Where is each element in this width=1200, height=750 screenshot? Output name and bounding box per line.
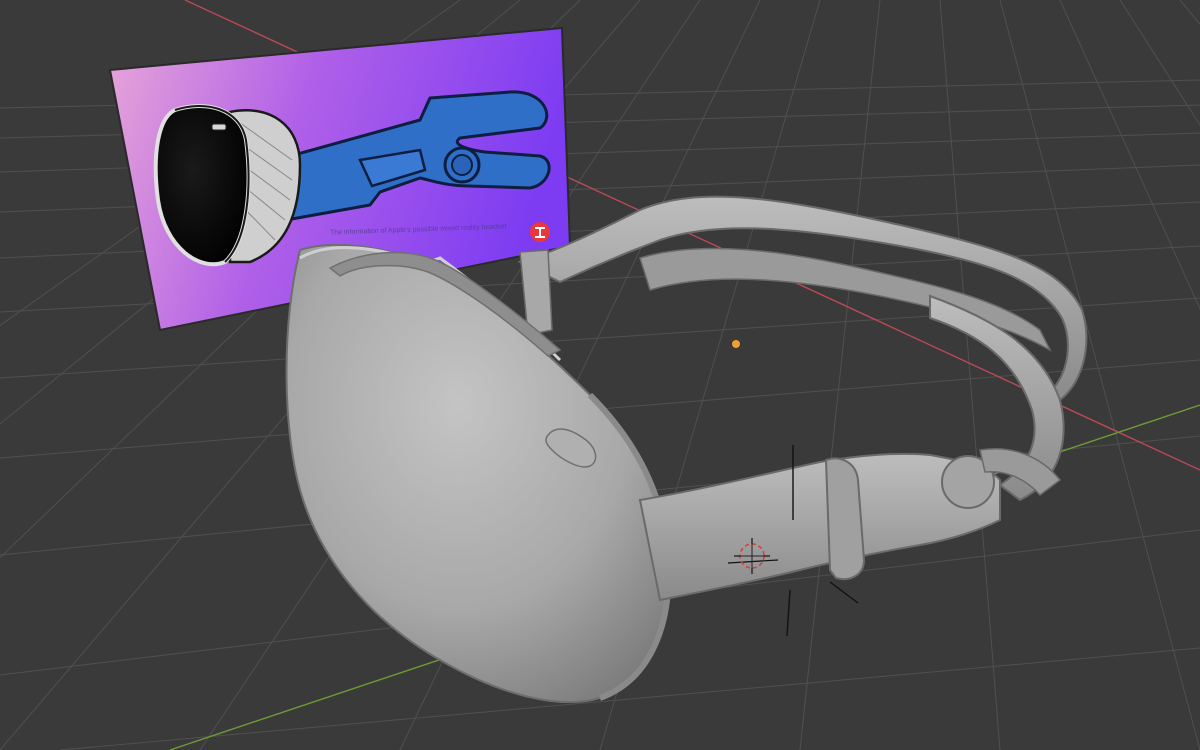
front-strap [638,448,1062,602]
viewport-canvas[interactable] [0,0,1200,750]
3d-viewport[interactable]: The information of Apple's possible mixe… [0,0,1200,750]
red-logo-icon [530,222,550,242]
origin-point-icon[interactable] [732,340,740,348]
strap-buckle [824,457,866,580]
